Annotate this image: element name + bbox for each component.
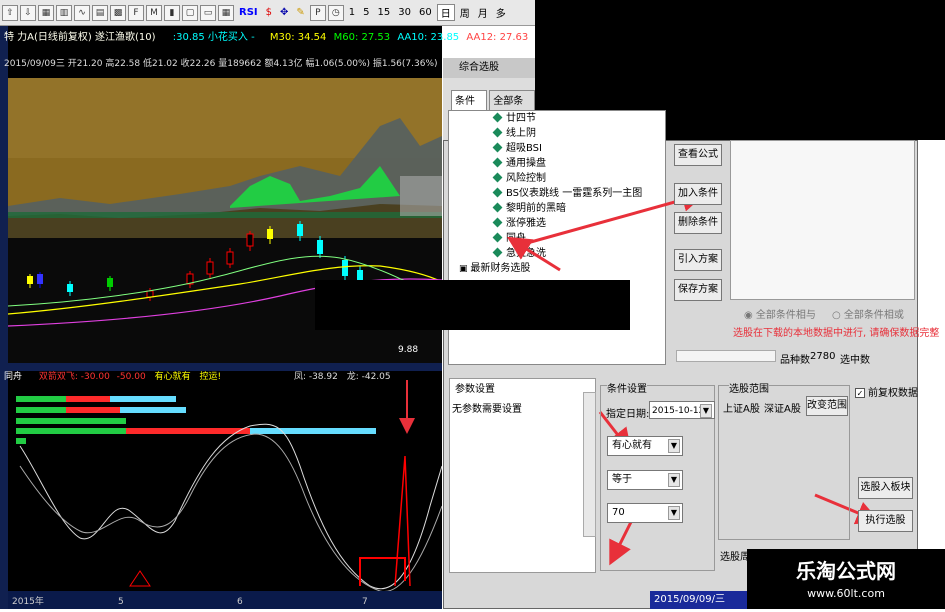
progress-bar xyxy=(676,350,776,362)
count-label: 品种数 xyxy=(780,355,810,366)
to-block-button[interactable]: 选股入板块 xyxy=(858,477,913,499)
range-sz: 深证A股 xyxy=(764,404,801,415)
dropdown-icon: ▼ xyxy=(700,404,712,418)
condition-list[interactable] xyxy=(730,140,915,300)
radio-and[interactable]: ◉ 全部条件相与 xyxy=(744,306,816,321)
watermark: 乐淘公式网 www.60lt.com xyxy=(747,549,945,609)
view-formula-button[interactable]: 查看公式 xyxy=(674,144,722,166)
selected-label: 选中数 xyxy=(840,355,870,366)
save-plan-button[interactable]: 保存方案 xyxy=(674,279,722,301)
value-select[interactable]: 70 ▼ xyxy=(607,503,683,523)
dropdown-icon: ▼ xyxy=(668,473,680,487)
radio-or[interactable]: ○ 全部条件相或 xyxy=(832,306,904,321)
date-status: 2015/09/09/三 xyxy=(650,591,748,609)
warning-text: 选股在下载的本地数据中进行, 请确保数据完整 xyxy=(733,328,940,339)
dropdown-icon: ▼ xyxy=(668,506,680,520)
operator-select[interactable]: 等于 ▼ xyxy=(607,470,683,490)
change-range-button[interactable]: 改变范围 xyxy=(806,396,848,416)
fq-checkbox[interactable]: ✓ 前复权数据 xyxy=(855,384,918,399)
param-scrollbar[interactable] xyxy=(583,392,596,537)
range-sh: 上证A股 xyxy=(723,404,760,415)
import-plan-button[interactable]: 引入方案 xyxy=(674,249,722,271)
delete-condition-button[interactable]: 删除条件 xyxy=(674,212,722,234)
redacted-area-middle xyxy=(315,280,630,330)
count-value: 2780 xyxy=(810,351,836,362)
checkbox-icon: ✓ xyxy=(855,388,865,398)
dropdown-icon: ▼ xyxy=(668,439,680,453)
add-condition-button[interactable]: 加入条件 xyxy=(674,183,722,205)
watermark-name: 乐淘公式网 xyxy=(796,559,896,583)
range-title: 选股范围 xyxy=(729,380,769,395)
run-select-button[interactable]: 执行选股 xyxy=(858,510,913,532)
date-label: 指定日期: xyxy=(606,409,650,420)
indicator-select[interactable]: 有心就有 ▼ xyxy=(607,436,683,456)
param-none: 无参数需要设置 xyxy=(452,404,522,415)
watermark-url: www.60lt.com xyxy=(807,587,885,600)
cond-title: 条件设置 xyxy=(607,380,647,395)
date-picker[interactable]: 2015-10-12 ▼ xyxy=(649,401,715,419)
param-title: 参数设置 xyxy=(455,384,495,395)
